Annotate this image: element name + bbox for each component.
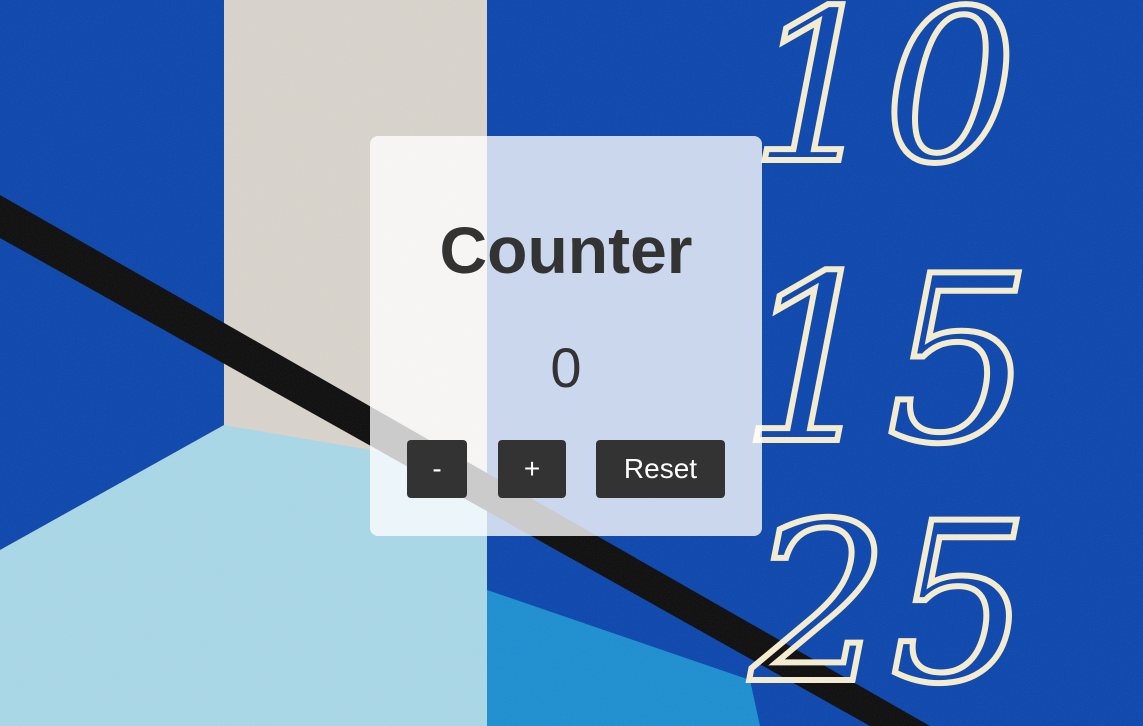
chalk-number-top: 10 xyxy=(750,0,1017,210)
chalk-number-bottom: 25 xyxy=(749,476,1030,726)
chalk-number-middle: 15 xyxy=(740,228,1033,495)
counter-card: Counter 0 - + Reset xyxy=(370,136,762,536)
decrement-button[interactable]: - xyxy=(407,440,467,498)
counter-value: 0 xyxy=(550,336,582,399)
counter-title: Counter xyxy=(439,213,693,287)
reset-button[interactable]: Reset xyxy=(596,440,725,498)
increment-button[interactable]: + xyxy=(498,440,566,498)
